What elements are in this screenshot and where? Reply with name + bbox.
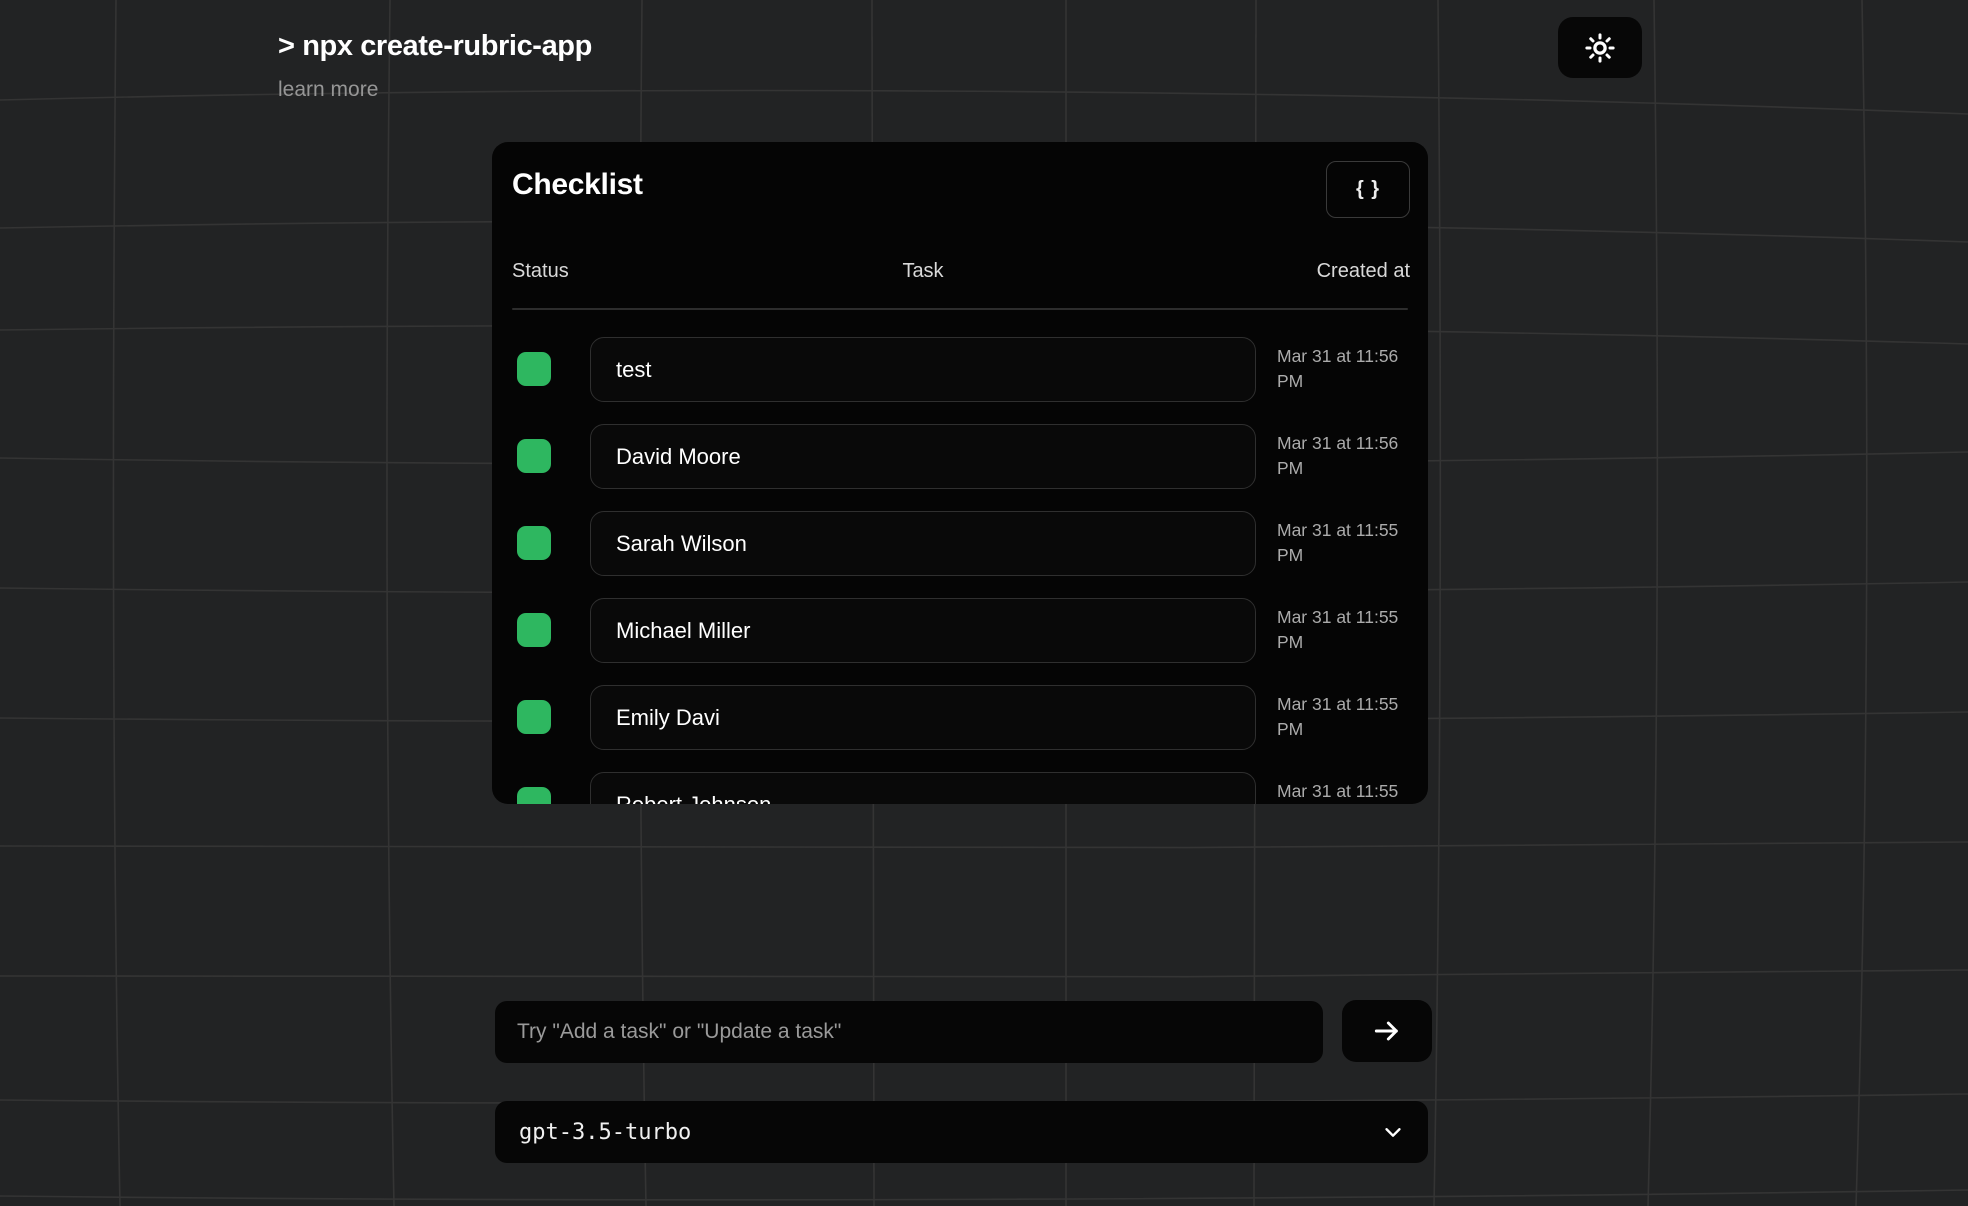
learn-more-link[interactable]: learn more	[278, 78, 378, 102]
task-input[interactable]	[590, 598, 1256, 663]
status-checkbox[interactable]	[517, 787, 551, 804]
status-checkbox[interactable]	[517, 439, 551, 473]
checklist-title: Checklist	[512, 168, 643, 202]
task-row: Mar 31 at 11:55 PM	[492, 685, 1428, 750]
page-title: > npx create-rubric-app	[278, 30, 592, 63]
status-checkbox[interactable]	[517, 352, 551, 386]
task-input[interactable]	[590, 424, 1256, 489]
task-row: Mar 31 at 11:55 PM	[492, 598, 1428, 663]
created-at-label: Mar 31 at 11:56 PM	[1277, 344, 1402, 394]
task-row: Mar 31 at 11:55 PM	[492, 772, 1428, 804]
task-list: Mar 31 at 11:56 PM Mar 31 at 11:56 PM Ma…	[492, 337, 1428, 804]
task-input[interactable]	[590, 337, 1256, 402]
task-input[interactable]	[590, 685, 1256, 750]
column-header-created-at: Created at	[1317, 260, 1410, 283]
arrow-right-icon	[1371, 1015, 1403, 1047]
created-at-label: Mar 31 at 11:55 PM	[1277, 518, 1402, 568]
chevron-down-icon	[1382, 1121, 1404, 1143]
status-checkbox[interactable]	[517, 526, 551, 560]
checklist-card: Checklist { } Status Task Created at Mar…	[492, 142, 1428, 804]
model-select[interactable]: gpt-3.5-turbo	[495, 1101, 1428, 1163]
status-checkbox[interactable]	[517, 700, 551, 734]
status-checkbox[interactable]	[517, 613, 551, 647]
created-at-label: Mar 31 at 11:56 PM	[1277, 431, 1402, 481]
created-at-label: Mar 31 at 11:55 PM	[1277, 605, 1402, 655]
sun-icon	[1585, 33, 1615, 63]
app-root: > npx create-rubric-app learn more Check…	[0, 0, 1968, 1206]
task-row: Mar 31 at 11:56 PM	[492, 337, 1428, 402]
task-input[interactable]	[590, 511, 1256, 576]
model-select-value: gpt-3.5-turbo	[519, 1120, 691, 1145]
submit-button[interactable]	[1342, 1000, 1432, 1062]
column-header-task: Task	[590, 260, 1256, 283]
created-at-label: Mar 31 at 11:55 PM	[1277, 779, 1402, 804]
task-input[interactable]	[590, 772, 1256, 804]
task-row: Mar 31 at 11:55 PM	[492, 511, 1428, 576]
column-header-status: Status	[512, 260, 569, 283]
theme-toggle-button[interactable]	[1558, 17, 1642, 78]
task-command-input[interactable]	[495, 1001, 1323, 1063]
json-view-button[interactable]: { }	[1326, 161, 1410, 218]
task-row: Mar 31 at 11:56 PM	[492, 424, 1428, 489]
created-at-label: Mar 31 at 11:55 PM	[1277, 692, 1402, 742]
header-divider	[512, 308, 1408, 310]
